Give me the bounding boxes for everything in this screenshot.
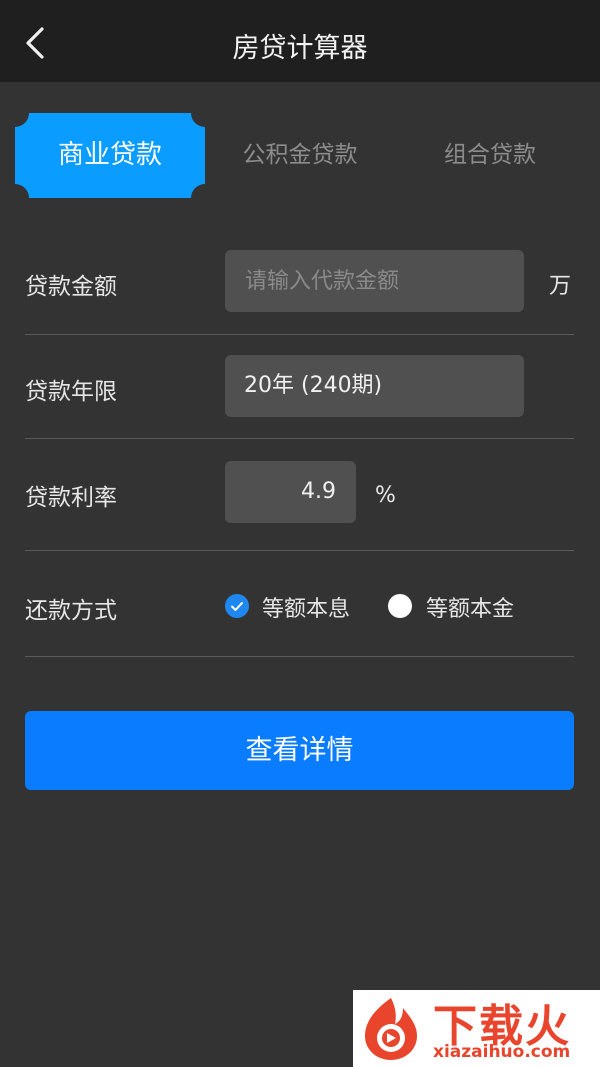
- loan-amount-input[interactable]: [225, 250, 524, 312]
- loan-term-row: 贷款年限 20年 (240期): [25, 334, 574, 439]
- tab-combined-loan[interactable]: 组合贷款: [395, 113, 585, 198]
- top-bar: 房贷计算器: [0, 0, 600, 82]
- repayment-method-label: 还款方式: [25, 598, 117, 624]
- equal-installment-radio[interactable]: [225, 594, 249, 618]
- loan-term-value: 20年 (240期): [244, 373, 383, 398]
- tab-label: 商业贷款: [57, 140, 162, 170]
- loan-amount-row: 贷款金额 万: [25, 230, 574, 335]
- equal-principal-label[interactable]: 等额本金: [426, 591, 514, 623]
- view-details-button[interactable]: 查看详情: [25, 711, 574, 790]
- interest-rate-value: 4.9: [301, 479, 336, 504]
- repayment-method-row: 还款方式 等额本息 等额本金: [25, 550, 574, 657]
- tab-label: 组合贷款: [444, 142, 536, 168]
- loan-term-select[interactable]: 20年 (240期): [225, 355, 524, 417]
- interest-rate-unit: %: [375, 483, 396, 508]
- tab-commercial-loan[interactable]: 商业贷款: [15, 113, 205, 198]
- interest-rate-label: 贷款利率: [25, 485, 117, 511]
- tab-housing-fund-loan[interactable]: 公积金贷款: [205, 113, 395, 198]
- equal-installment-label[interactable]: 等额本息: [262, 591, 350, 623]
- check-icon: [231, 602, 243, 611]
- interest-rate-field[interactable]: 4.9: [225, 461, 356, 523]
- watermark-subtitle: xiazaihuo.com: [433, 1042, 571, 1062]
- equal-principal-radio[interactable]: [388, 594, 412, 618]
- tab-label: 公积金贷款: [242, 142, 358, 168]
- loan-amount-label: 贷款金额: [25, 274, 117, 300]
- watermark: 下载火 xiazaihuo.com: [353, 990, 600, 1067]
- loan-amount-field[interactable]: [225, 250, 524, 312]
- loan-term-label: 贷款年限: [25, 379, 117, 405]
- loan-type-tabs: 商业贷款 公积金贷款 组合贷款: [0, 113, 600, 198]
- flame-logo-icon: [365, 998, 417, 1060]
- interest-rate-row: 贷款利率 4.9 %: [25, 438, 574, 551]
- page-title: 房贷计算器: [232, 33, 368, 64]
- loan-amount-unit: 万: [549, 274, 572, 299]
